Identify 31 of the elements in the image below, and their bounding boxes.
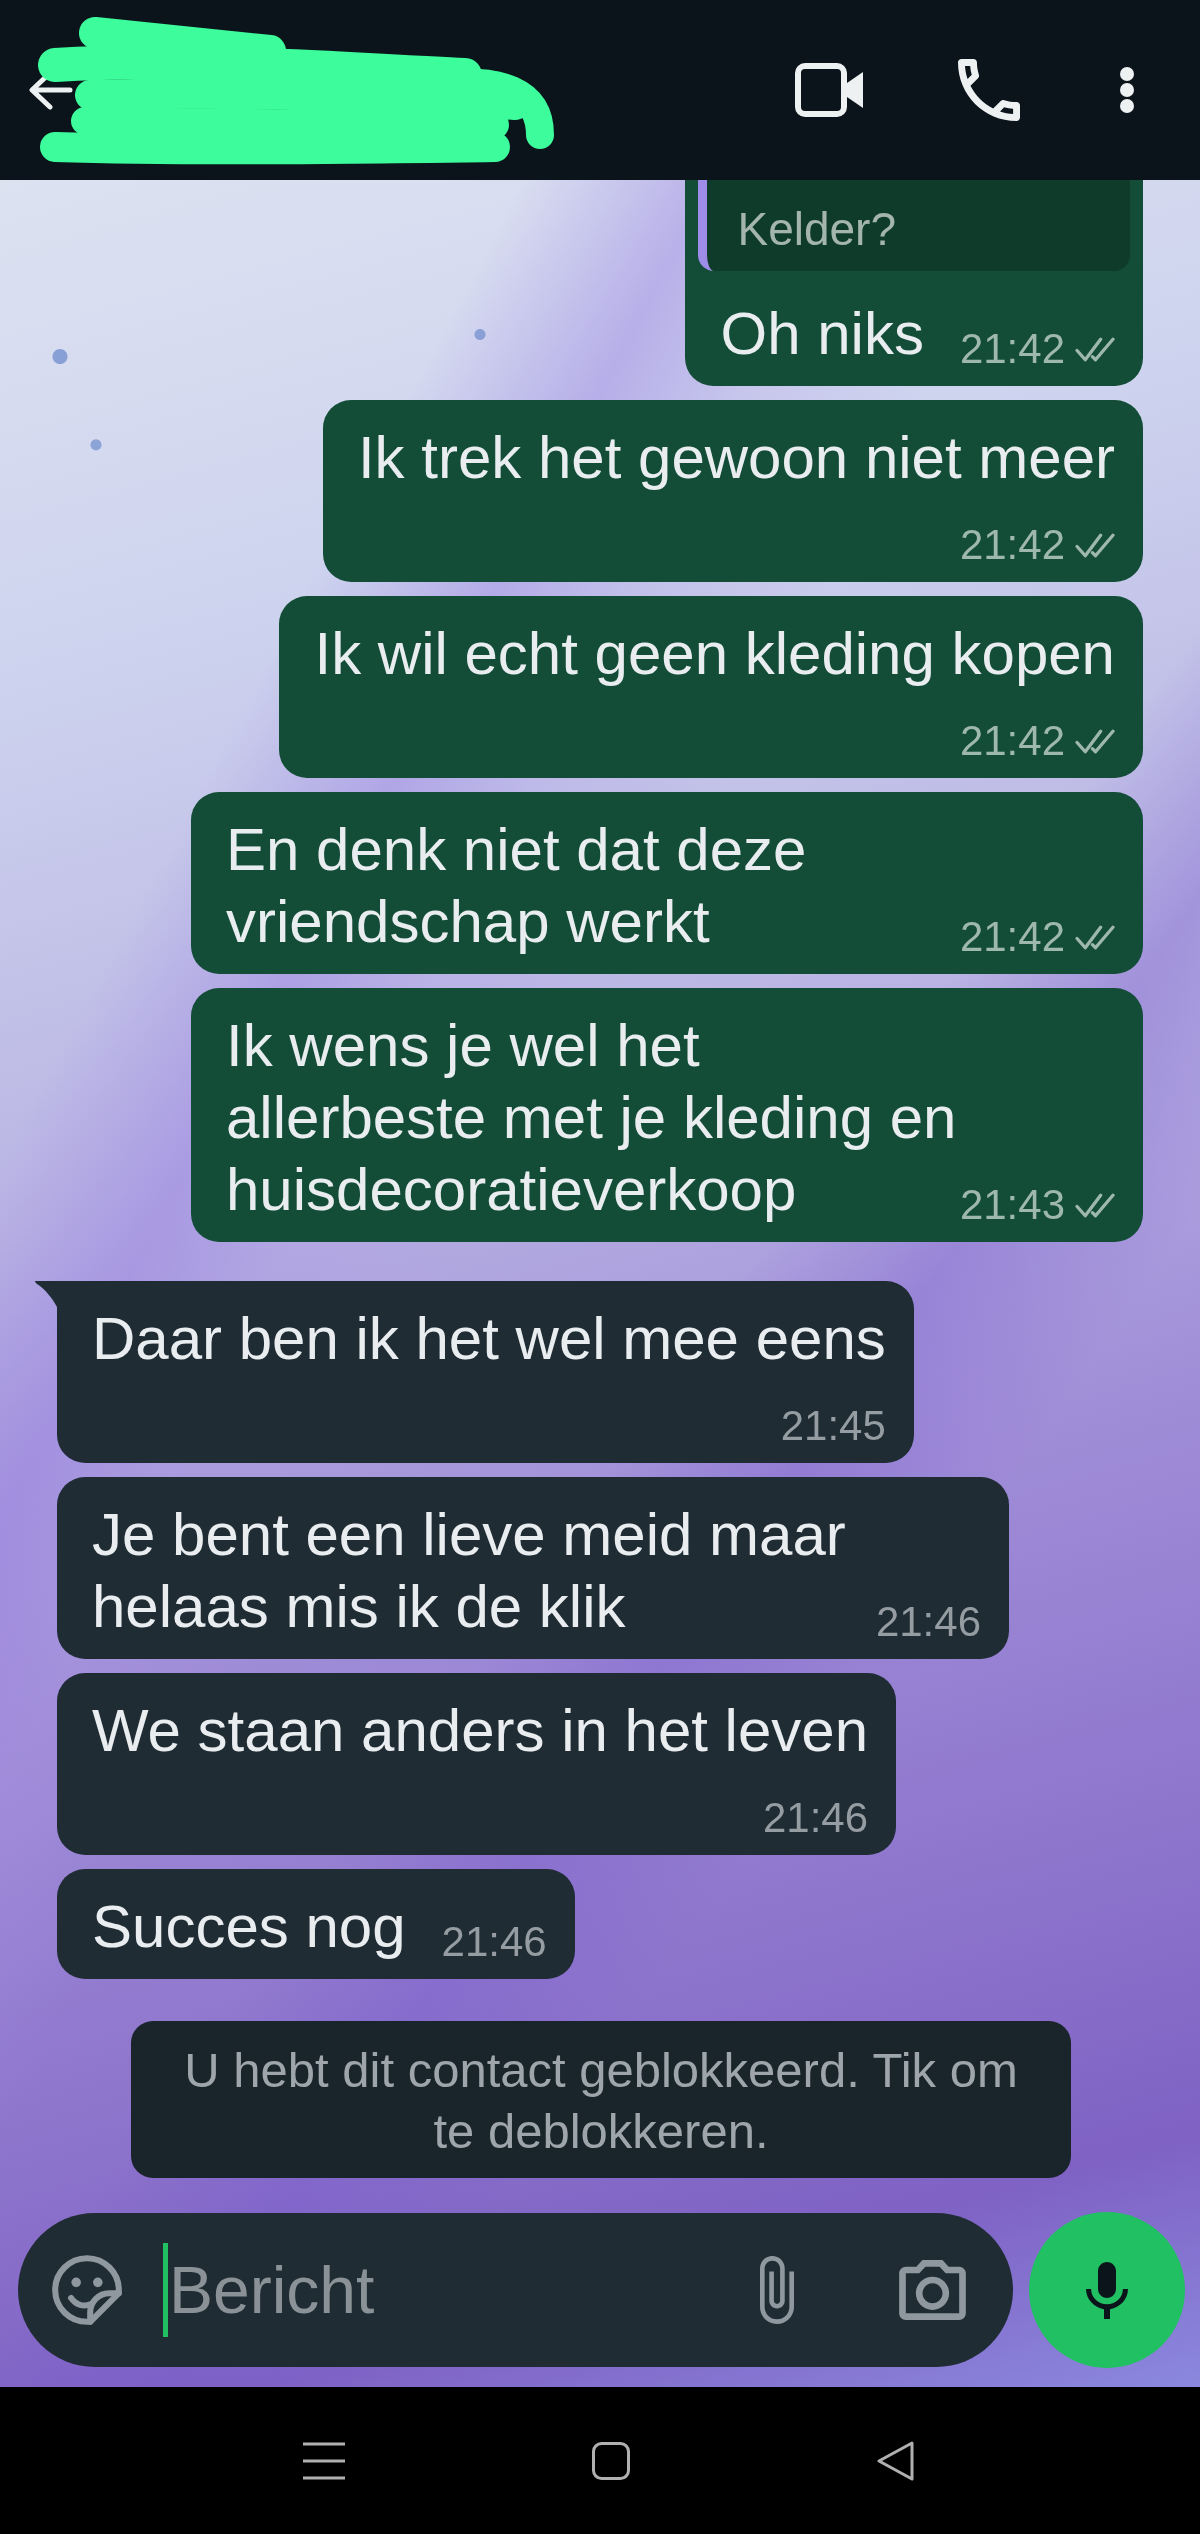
message-text: Daar ben ik het wel mee eens [92, 1305, 886, 1372]
message-time: 21:42 [959, 912, 1065, 962]
microphone-icon [1086, 2261, 1128, 2319]
message-time: 21:43 [959, 1180, 1065, 1230]
message-time: 21:42 [959, 520, 1065, 570]
quoted-text: Kelder? [737, 202, 897, 256]
message-text: Ik wens je wel het allerbeste met je kleding en huisdecoratieverkoop [226, 1012, 957, 1223]
video-camera-icon[interactable] [795, 63, 863, 117]
message-time: 21:46 [441, 1917, 547, 1967]
message-time: 21:46 [762, 1793, 869, 1843]
message-time: 21:42 [959, 324, 1065, 374]
back-triangle-icon[interactable] [876, 2440, 914, 2481]
message-text: Ik wil echt geen kleding kopen [314, 620, 1115, 687]
message-text: We staan anders in het leven [92, 1697, 869, 1764]
message-time: 21:46 [875, 1597, 981, 1647]
message-text: Oh niks [720, 300, 924, 367]
message-time: 21:45 [780, 1401, 886, 1451]
message-text: Je bent een lieve meid maar helaas mis ik de klik [92, 1501, 846, 1640]
message-input[interactable]: Bericht [169, 2245, 756, 2335]
quoted-message[interactable]: Kelder? [698, 180, 1130, 271]
message-text: En denk niet dat deze vriendschap werkt [226, 816, 807, 955]
three-dots-icon[interactable] [1120, 67, 1134, 113]
message-time: 21:42 [959, 716, 1065, 766]
camera-icon[interactable] [899, 2260, 966, 2320]
square-icon[interactable] [591, 2441, 630, 2480]
message-field[interactable]: Bericht [18, 2213, 1013, 2367]
blocked-contact-notice[interactable]: U hebt dit contact geblokkeerd. Tik om te deblokkeren. [131, 2021, 1071, 2178]
message-text: Ik trek het gewoon niet meer [357, 424, 1115, 491]
message-text: Succes nog [92, 1893, 406, 1960]
smiley-sticker-icon[interactable] [52, 2255, 122, 2325]
phone-icon[interactable] [958, 59, 1020, 121]
